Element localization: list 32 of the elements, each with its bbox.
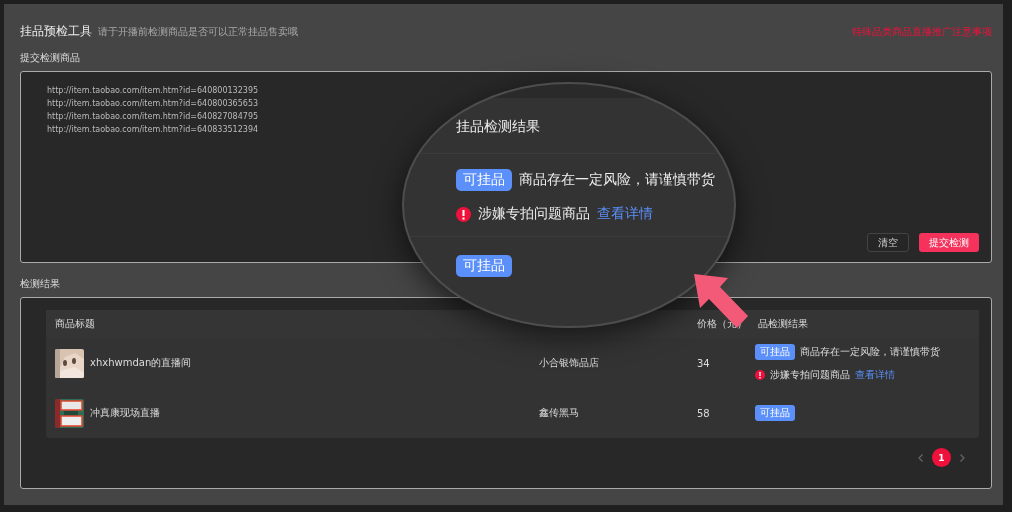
column-header: 商品标题	[55, 317, 95, 331]
warning-icon	[456, 206, 471, 222]
status-tag: 可挂品	[456, 169, 512, 191]
details-link[interactable]: 查看详情	[855, 368, 895, 382]
submit-button[interactable]: 提交检测	[919, 233, 979, 252]
warning-text: 涉嫌专拍问题商品	[770, 368, 850, 382]
page-subtitle: 请于开播前检测商品是否可以正常挂品售卖哦	[98, 25, 298, 39]
status-tag: 可挂品	[456, 255, 512, 277]
column-header: 品检测结果	[758, 317, 809, 331]
warning-icon	[755, 370, 765, 380]
product-title: xhxhwmdan的直播间	[90, 356, 192, 370]
details-link[interactable]: 查看详情	[597, 205, 653, 223]
section-label: 提交检测商品	[20, 51, 81, 65]
shop-name: 鑫传黑马	[539, 407, 579, 418]
warning-text: 涉嫌专拍问题商品	[478, 205, 590, 223]
page-button[interactable]: 1	[932, 448, 951, 467]
price: 34	[697, 357, 710, 369]
previous-page-icon[interactable]	[918, 453, 923, 462]
risk-message: 商品存在一定风险，请谨慎带货	[519, 171, 715, 189]
shop-name: 小合银饰品店	[539, 357, 599, 368]
next-page-icon[interactable]	[960, 453, 965, 462]
status-tag: 可挂品	[755, 405, 795, 421]
page-title: 挂品预检工具	[20, 23, 92, 40]
price: 58	[697, 407, 710, 419]
product-title: 冲真康现场直播	[90, 406, 160, 420]
magnified-title: 挂品检测结果	[456, 118, 540, 134]
clear-button[interactable]: 清空	[867, 233, 909, 252]
section-label: 检测结果	[20, 277, 61, 291]
risk-message: 商品存在一定风险，请谨慎带货	[800, 345, 940, 359]
status-tag: 可挂品	[755, 344, 795, 360]
notice-link[interactable]: 特殊品类商品直播推广注意事项	[852, 25, 992, 39]
url-input-field[interactable]: http://item.taobao.com/item.htm?id=640800132395 http://item.taobao.com/item.htm?id=640800365653 http://item.taobao.com/item.htm?id=640827084795 http://item.taobao.com/item.htm?id=640833512394	[47, 84, 259, 136]
